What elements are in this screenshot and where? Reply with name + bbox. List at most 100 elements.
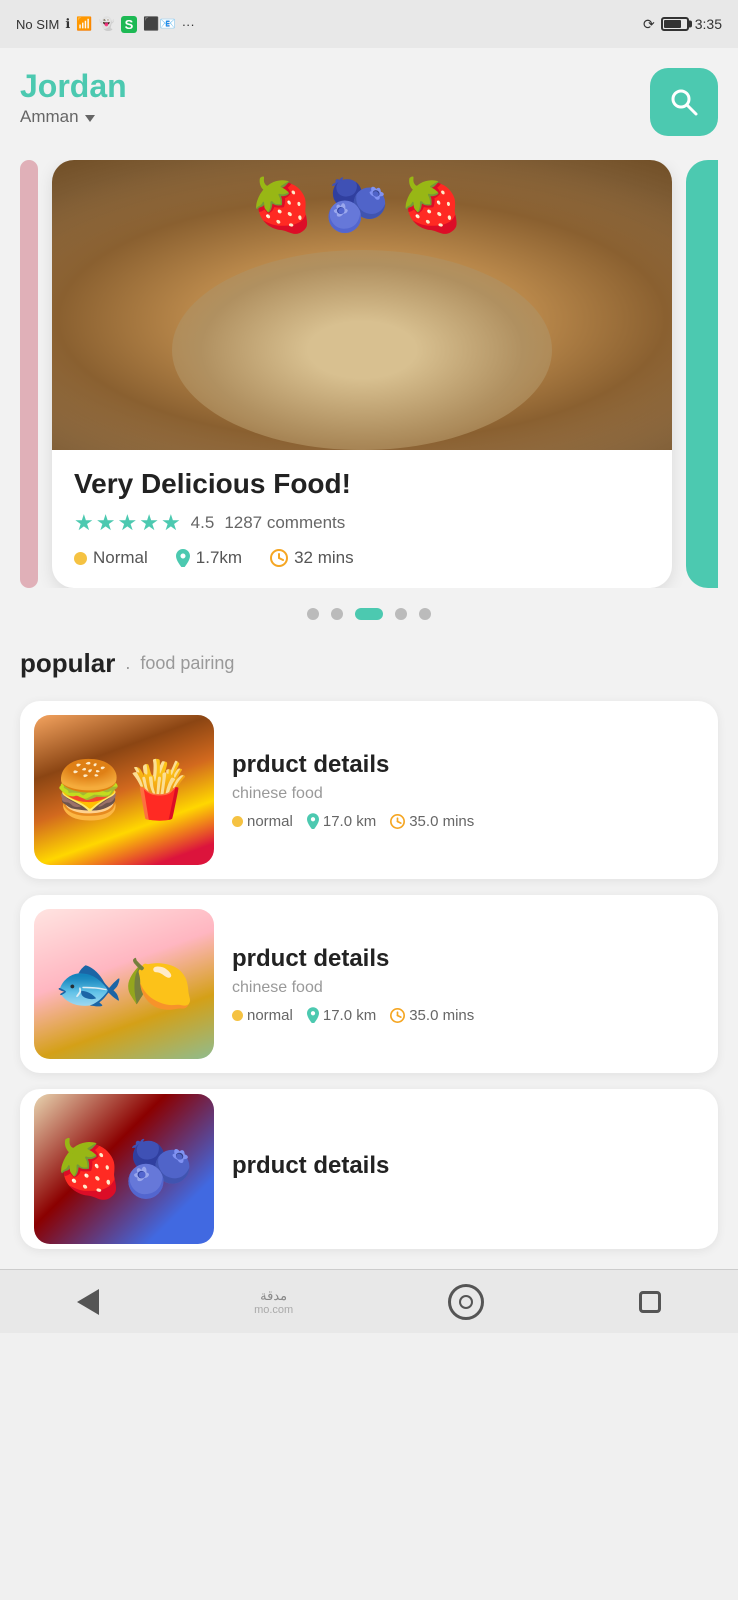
logo-latin: mo.com	[254, 1304, 293, 1316]
condition-text-2: normal	[247, 1007, 293, 1024]
cereal-partial-image: 🍓🫐	[34, 1094, 214, 1244]
product-category-2: chinese food	[232, 979, 704, 997]
star-2: ★	[96, 510, 116, 536]
condition-dot-1	[232, 816, 243, 827]
back-button[interactable]	[77, 1289, 99, 1315]
header: Jordan Amman	[20, 68, 718, 136]
product-distance-2: 17.0 km	[307, 1007, 376, 1024]
location-pin-icon	[176, 549, 190, 567]
product-image-3: 🍓🫐	[34, 1094, 214, 1244]
back-icon	[77, 1289, 99, 1315]
featured-card-image	[52, 160, 672, 450]
star-5: ★	[161, 510, 181, 536]
product-time-1: 35.0 mins	[390, 813, 474, 830]
burger-image: 🍔🍟	[34, 715, 214, 865]
product-image-1: 🍔🍟	[34, 715, 214, 865]
product-meta-2: normal 17.0 km 35.0	[232, 1007, 704, 1024]
product-card-3[interactable]: 🍓🫐 prduct details	[20, 1089, 718, 1249]
app-icons: ⬛📧	[143, 16, 175, 32]
condition-item: Normal	[74, 548, 148, 568]
dot-2[interactable]	[331, 608, 343, 620]
time-display: 3:35	[695, 16, 722, 32]
wifi-icon: 📶	[76, 16, 92, 32]
star-1: ★	[74, 510, 94, 536]
circular-icon: ⟳	[643, 16, 655, 33]
time-text-2: 35.0 mins	[409, 1007, 474, 1024]
product-title-2: prduct details	[232, 945, 704, 973]
pin-icon-1	[307, 813, 319, 829]
clock-icon-1	[390, 814, 405, 829]
section-subtitle: food pairing	[140, 653, 234, 674]
condition-dot	[74, 552, 87, 565]
snapchat-icon: 👻	[98, 16, 114, 32]
section-header: popular . food pairing	[20, 648, 718, 679]
city-name: Jordan	[20, 68, 127, 105]
meta-row: Normal 1.7km 32 mins	[74, 548, 650, 568]
product-time-2: 35.0 mins	[390, 1007, 474, 1024]
distance-label: 1.7km	[196, 548, 242, 568]
carrier-text: No SIM	[16, 17, 59, 32]
carousel-prev-card	[20, 160, 38, 588]
condition-label: Normal	[93, 548, 148, 568]
dot-4[interactable]	[395, 608, 407, 620]
main-content: Jordan Amman Very Delicious Food!	[0, 48, 738, 1269]
carousel-next-card	[686, 160, 718, 588]
card-info: Very Delicious Food! ★ ★ ★ ★ ★ 4.5 1287 …	[52, 450, 672, 588]
clock-icon	[270, 549, 288, 567]
home-button[interactable]	[448, 1284, 484, 1320]
bottom-nav: مدقة mo.com	[0, 1269, 738, 1333]
square-button[interactable]	[639, 1291, 661, 1313]
product-card-2[interactable]: 🐟🍋 prduct details chinese food normal 17…	[20, 895, 718, 1073]
condition-dot-2	[232, 1010, 243, 1021]
location-row[interactable]: Amman	[20, 107, 127, 127]
featured-card[interactable]: Very Delicious Food! ★ ★ ★ ★ ★ 4.5 1287 …	[52, 160, 672, 588]
section-separator: .	[125, 653, 130, 674]
signal-icon: ℹ	[65, 16, 70, 32]
s-icon: S	[121, 16, 138, 33]
product-distance-1: 17.0 km	[307, 813, 376, 830]
product-image-2: 🐟🍋	[34, 909, 214, 1059]
app-logo: مدقة mo.com	[254, 1288, 293, 1316]
product-title-1: prduct details	[232, 751, 704, 779]
distance-text-2: 17.0 km	[323, 1007, 376, 1024]
condition-text-1: normal	[247, 813, 293, 830]
search-button[interactable]	[650, 68, 718, 136]
section-title: popular	[20, 648, 115, 679]
featured-carousel: Very Delicious Food! ★ ★ ★ ★ ★ 4.5 1287 …	[20, 160, 718, 588]
product-condition-2: normal	[232, 1007, 293, 1024]
status-bar: No SIM ℹ 📶 👻 S ⬛📧 ··· ⟳ 3:35	[0, 0, 738, 48]
time-label: 32 mins	[294, 548, 354, 568]
chevron-down-icon	[85, 115, 95, 122]
dot-1[interactable]	[307, 608, 319, 620]
logo-arabic: مدقة	[254, 1288, 293, 1304]
rating-number: 4.5	[191, 513, 215, 533]
distance-text-1: 17.0 km	[323, 813, 376, 830]
product-meta-1: normal 17.0 km 35.0	[232, 813, 704, 830]
distance-item: 1.7km	[176, 548, 242, 568]
time-text-1: 35.0 mins	[409, 813, 474, 830]
battery-icon	[661, 17, 689, 31]
fish-image: 🐟🍋	[34, 909, 214, 1059]
dot-3-active[interactable]	[355, 608, 383, 620]
food-image	[52, 160, 672, 450]
stars: ★ ★ ★ ★ ★	[74, 510, 181, 536]
star-3: ★	[117, 510, 137, 536]
product-info-2: prduct details chinese food normal 17.0 …	[232, 945, 704, 1024]
product-info-3: prduct details	[232, 1152, 704, 1186]
pin-icon-2	[307, 1007, 319, 1023]
header-left: Jordan Amman	[20, 68, 127, 127]
card-title: Very Delicious Food!	[74, 468, 650, 500]
product-title-3: prduct details	[232, 1152, 704, 1180]
dots-icon: ···	[182, 17, 195, 32]
product-category-1: chinese food	[232, 785, 704, 803]
pagination-dots	[20, 608, 718, 620]
dot-5[interactable]	[419, 608, 431, 620]
product-info-1: prduct details chinese food normal 17.0 …	[232, 751, 704, 830]
stars-row: ★ ★ ★ ★ ★ 4.5 1287 comments	[74, 510, 650, 536]
comments-text: 1287 comments	[224, 513, 345, 533]
square-icon	[639, 1291, 661, 1313]
star-4: ★	[139, 510, 159, 536]
clock-icon-2	[390, 1008, 405, 1023]
product-card-1[interactable]: 🍔🍟 prduct details chinese food normal 17…	[20, 701, 718, 879]
time-item: 32 mins	[270, 548, 354, 568]
